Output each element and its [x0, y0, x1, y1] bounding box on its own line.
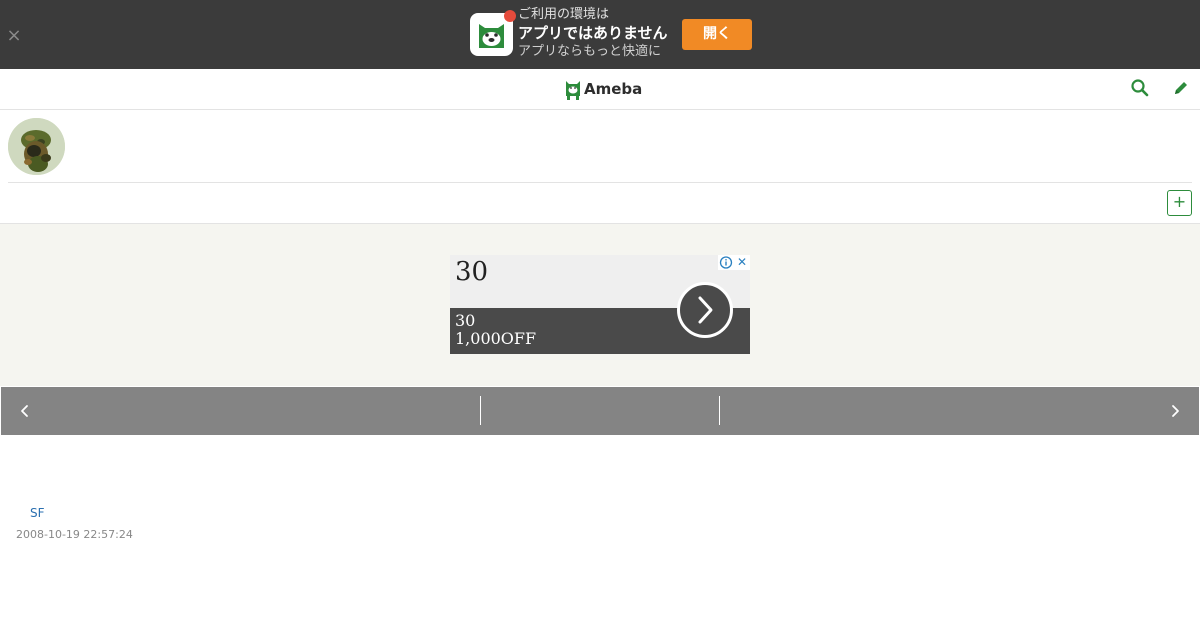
entry-theme-link[interactable]: SF — [30, 506, 45, 520]
chevron-right-icon — [1172, 405, 1179, 417]
ad-banner[interactable]: 30 ✕ 30 1,000OFF — [450, 255, 750, 354]
add-button[interactable]: + — [1167, 190, 1192, 216]
ad-info-icon[interactable] — [718, 255, 734, 270]
banner-line-app-better: アプリならもっと快適に — [518, 44, 662, 59]
ad-close-icon[interactable]: ✕ — [734, 255, 750, 270]
pencil-icon — [1175, 82, 1187, 94]
avatar[interactable] — [8, 118, 65, 175]
notification-dot — [504, 10, 516, 22]
ameba-dog-icon — [566, 81, 580, 100]
open-app-button[interactable]: 開く — [682, 19, 752, 50]
bar-divider — [480, 396, 481, 425]
ad-arrow-button[interactable] — [677, 282, 733, 338]
prev-entry-button[interactable] — [15, 401, 35, 421]
ad-headline: 30 — [455, 257, 489, 287]
chevron-right-icon — [698, 296, 713, 324]
next-entry-button[interactable] — [1165, 401, 1185, 421]
bar-divider — [719, 396, 720, 425]
profile-row — [8, 110, 1192, 183]
banner-text: ご利用の環境は アプリではありません アプリならもっと快適に — [518, 6, 668, 60]
ad-area: 30 ✕ 30 1,000OFF — [0, 224, 1200, 386]
ad-line1: 30 — [455, 311, 476, 330]
site-header: Ameba — [0, 69, 1200, 110]
search-button[interactable] — [1130, 78, 1150, 98]
app-banner: × ご利用の環境は アプリではありません アプリならもっと快適に 開く — [0, 0, 1200, 69]
banner-line-not-app: アプリではありません — [518, 24, 668, 42]
chevron-left-icon — [21, 405, 28, 417]
logo-text: Ameba — [584, 80, 643, 98]
search-icon — [1131, 79, 1149, 97]
entry-date: 2008-10-19 22:57:24 — [16, 528, 133, 541]
blog-nav-row: + — [0, 183, 1200, 224]
write-entry-button[interactable] — [1171, 78, 1191, 98]
ad-line2: 1,000OFF — [455, 329, 537, 348]
ameba-logo[interactable]: Ameba — [565, 78, 642, 100]
banner-line-environment: ご利用の環境は — [518, 7, 610, 22]
entry-nav-bar — [1, 387, 1199, 435]
banner-close-button[interactable]: × — [6, 26, 22, 46]
